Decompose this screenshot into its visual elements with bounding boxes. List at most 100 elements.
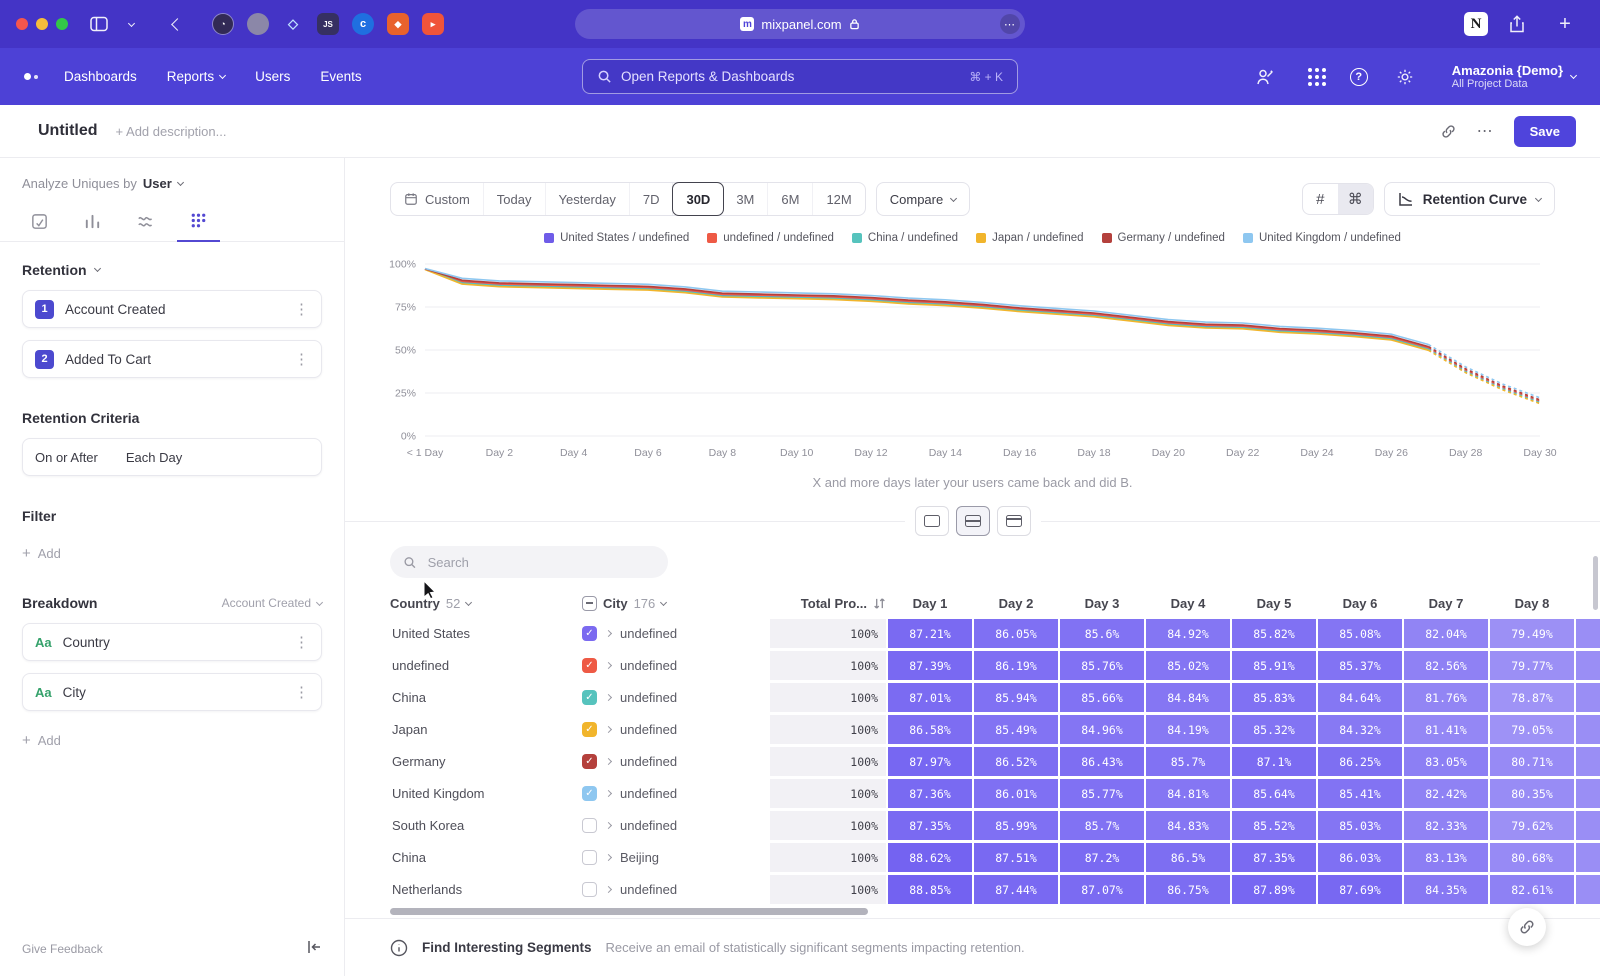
nav-item-reports[interactable]: Reports	[167, 69, 225, 84]
day-cell[interactable]: 87.39%	[888, 651, 972, 680]
day-cell[interactable]: 84.35%	[1404, 875, 1488, 904]
total-cell[interactable]: 100%	[770, 715, 886, 744]
minimize-window-button[interactable]	[36, 18, 48, 30]
day-cell[interactable]: 87.1%	[1232, 747, 1316, 776]
total-cell[interactable]: 100%	[770, 747, 886, 776]
table-row-city[interactable]: undefined	[582, 882, 768, 897]
day-cell[interactable]: 84.81%	[1146, 779, 1230, 808]
extension-js-icon[interactable]: JS	[317, 13, 339, 35]
legend-item[interactable]: China / undefined	[852, 232, 958, 244]
row-checkbox[interactable]	[582, 850, 597, 865]
day-cell[interactable]: 85.76%	[1060, 651, 1144, 680]
total-cell[interactable]: 100%	[770, 875, 886, 904]
day-cell[interactable]: 81.41%	[1404, 715, 1488, 744]
expand-row-icon[interactable]	[605, 726, 612, 733]
close-window-button[interactable]	[16, 18, 28, 30]
day-cell[interactable]: 85.83%	[1232, 683, 1316, 712]
day-column-header[interactable]: Day 4	[1146, 590, 1230, 616]
day-cell[interactable]: 85.37%	[1318, 651, 1402, 680]
day-cell[interactable]: 85.7%	[1060, 811, 1144, 840]
day-cell[interactable]: 84.19%	[1146, 715, 1230, 744]
apps-grid-icon[interactable]	[1308, 68, 1326, 86]
day-cell[interactable]: 87.89%	[1232, 875, 1316, 904]
day-cell[interactable]: 83.05%	[1404, 747, 1488, 776]
tab-retention[interactable]	[177, 205, 220, 242]
total-cell[interactable]: 100%	[770, 619, 886, 648]
day-cell[interactable]: 87.35%	[888, 811, 972, 840]
expand-row-icon[interactable]	[605, 662, 612, 669]
nav-item-dashboards[interactable]: Dashboards	[64, 69, 137, 84]
day-cell[interactable]: 87.07%	[1060, 875, 1144, 904]
tab-flows[interactable]	[124, 205, 167, 241]
step-menu-button[interactable]: ⋮	[294, 302, 309, 317]
day-cell[interactable]: 81.76%	[1404, 683, 1488, 712]
table-row-country[interactable]: China	[390, 690, 580, 705]
table-row-city[interactable]: ✓undefined	[582, 786, 768, 801]
legend-item[interactable]: United States / undefined	[544, 232, 689, 244]
row-checkbox[interactable]: ✓	[582, 690, 597, 705]
day-cell[interactable]: 85.82%	[1232, 619, 1316, 648]
global-search-button[interactable]: Open Reports & Dashboards ⌘ + K	[582, 59, 1018, 94]
save-button[interactable]: Save	[1514, 116, 1576, 147]
table-row-city[interactable]: Beijing	[582, 850, 768, 865]
extension-icon-1[interactable]: ◔	[212, 13, 234, 35]
day-cell[interactable]: 85.03%	[1318, 811, 1402, 840]
day-cell[interactable]: 87.97%	[888, 747, 972, 776]
more-options-button[interactable]: ⋯	[1477, 121, 1494, 141]
breakdown-context-selector[interactable]: Account Created	[222, 596, 322, 610]
day-column-header[interactable]: Day 1	[888, 590, 972, 616]
settings-gear-icon[interactable]	[1392, 64, 1418, 90]
day-cell[interactable]: 85.08%	[1318, 619, 1402, 648]
layout-split-rows-icon[interactable]	[956, 506, 990, 536]
retention-section-header[interactable]: Retention	[22, 262, 322, 278]
day-cell[interactable]: 82.33%	[1404, 811, 1488, 840]
day-cell[interactable]: 87.21%	[888, 619, 972, 648]
report-title[interactable]: Untitled	[38, 122, 98, 140]
day-cell[interactable]: 84.84%	[1146, 683, 1230, 712]
row-checkbox[interactable]: ✓	[582, 626, 597, 641]
day-cell[interactable]: 85.52%	[1232, 811, 1316, 840]
legend-item[interactable]: Japan / undefined	[976, 232, 1083, 244]
day-cell[interactable]: 87.36%	[888, 779, 972, 808]
nav-item-events[interactable]: Events	[320, 69, 361, 84]
day-cell[interactable]: 82.42%	[1404, 779, 1488, 808]
table-row-country[interactable]: United States	[390, 626, 580, 641]
total-cell[interactable]: 100%	[770, 651, 886, 680]
back-icon[interactable]	[164, 11, 190, 37]
day-cell[interactable]: 86.05%	[974, 619, 1058, 648]
city-column-header[interactable]: City176	[582, 590, 768, 616]
day-cell[interactable]: 80.35%	[1490, 779, 1574, 808]
row-checkbox[interactable]: ✓	[582, 722, 597, 737]
date-range-30d[interactable]: 30D	[672, 182, 724, 216]
day-cell[interactable]: 85.02%	[1146, 651, 1230, 680]
day-cell[interactable]: 87.01%	[888, 683, 972, 712]
date-range-3m[interactable]: 3M	[723, 183, 768, 215]
tab-insights[interactable]	[18, 205, 61, 241]
day-column-header[interactable]: Day 2	[974, 590, 1058, 616]
extension-wave-icon[interactable]: c	[352, 13, 374, 35]
user-edit-icon[interactable]	[1252, 64, 1278, 90]
legend-item[interactable]: Germany / undefined	[1102, 232, 1225, 244]
nav-item-users[interactable]: Users	[255, 69, 290, 84]
row-checkbox[interactable]: ✓	[582, 754, 597, 769]
analyze-value[interactable]: User	[143, 176, 172, 191]
extension-icon-7[interactable]: ▸	[422, 13, 444, 35]
help-icon[interactable]: ?	[1350, 68, 1368, 86]
day-cell[interactable]: 85.91%	[1232, 651, 1316, 680]
day-column-header[interactable]: Day 8	[1490, 590, 1574, 616]
step-menu-button[interactable]: ⋮	[294, 352, 309, 367]
analyze-uniques-row[interactable]: Analyze Uniques by User	[22, 176, 322, 191]
day-cell[interactable]: 88.85%	[888, 875, 972, 904]
total-cell[interactable]: 100%	[770, 779, 886, 808]
day-cell[interactable]: 82.61%	[1490, 875, 1574, 904]
day-cell[interactable]: 84.92%	[1146, 619, 1230, 648]
table-row-city[interactable]: ✓undefined	[582, 658, 768, 673]
notion-extension-icon[interactable]: N	[1464, 12, 1488, 36]
compare-button[interactable]: Compare	[876, 182, 970, 216]
day-cell[interactable]: 82.56%	[1404, 651, 1488, 680]
day-cell[interactable]: 86.01%	[974, 779, 1058, 808]
select-all-checkbox[interactable]	[582, 596, 597, 611]
day-cell[interactable]: 85.66%	[1060, 683, 1144, 712]
add-filter-button[interactable]: + Add	[22, 546, 322, 561]
day-cell[interactable]: 87.35%	[1232, 843, 1316, 872]
